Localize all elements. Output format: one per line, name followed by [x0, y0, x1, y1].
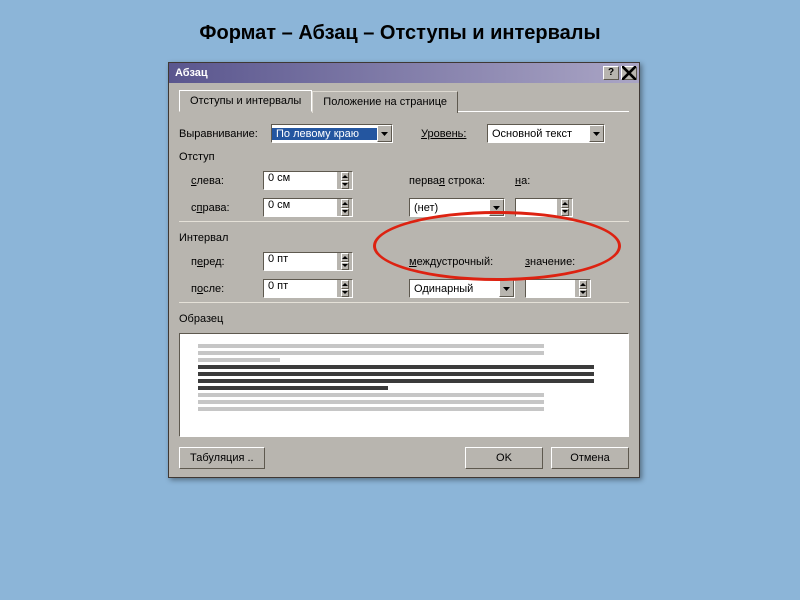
align-value: По левому краю — [272, 128, 377, 140]
by-value — [516, 199, 557, 216]
at-label: значение: — [525, 256, 593, 268]
firstline-label: первая строка: — [409, 175, 507, 187]
before-label: перед: — [179, 256, 255, 268]
indent-left-value: 0 см — [264, 172, 337, 189]
firstline-combo[interactable]: (нет) — [409, 198, 505, 217]
spin-up-icon[interactable] — [341, 199, 349, 208]
spin-down-icon[interactable] — [341, 208, 349, 217]
paragraph-dialog: Абзац ? Отступы и интервалы Положение на… — [168, 62, 640, 478]
preview-pane — [179, 333, 629, 437]
firstline-value: (нет) — [410, 202, 489, 214]
at-value — [526, 280, 575, 297]
window-title: Абзац — [175, 67, 601, 79]
tab-pageposition[interactable]: Положение на странице — [312, 91, 458, 113]
by-input[interactable] — [515, 198, 573, 217]
indent-right-label: справа: — [179, 202, 255, 214]
before-input[interactable]: 0 пт — [263, 252, 353, 271]
spacing-title: Интервал — [179, 232, 629, 244]
align-label: Выравнивание: — [179, 128, 271, 140]
after-label: после: — [179, 283, 255, 295]
level-label: Уровень: — [421, 128, 487, 140]
linespacing-label: междустрочный: — [409, 256, 517, 268]
spin-up-icon[interactable] — [341, 280, 349, 289]
level-combo[interactable]: Основной текст — [487, 124, 605, 143]
divider — [179, 221, 629, 222]
chevron-down-icon[interactable] — [499, 280, 514, 297]
chevron-down-icon[interactable] — [589, 125, 604, 142]
spin-down-icon[interactable] — [341, 262, 349, 271]
at-input[interactable] — [525, 279, 591, 298]
tabstrip: Отступы и интервалы Положение на страниц… — [179, 89, 629, 112]
linespacing-combo[interactable]: Одинарный — [409, 279, 515, 298]
indent-right-input[interactable]: 0 см — [263, 198, 353, 217]
before-value: 0 пт — [264, 253, 337, 270]
close-button[interactable] — [621, 66, 637, 80]
indent-right-value: 0 см — [264, 199, 337, 216]
spin-up-icon[interactable] — [341, 253, 349, 262]
tab-indents[interactable]: Отступы и интервалы — [179, 90, 312, 112]
indent-title: Отступ — [179, 151, 629, 163]
after-value: 0 пт — [264, 280, 337, 297]
level-value: Основной текст — [488, 128, 589, 140]
help-button[interactable]: ? — [603, 66, 619, 80]
titlebar: Абзац ? — [169, 63, 639, 83]
indent-left-input[interactable]: 0 см — [263, 171, 353, 190]
after-input[interactable]: 0 пт — [263, 279, 353, 298]
page-heading: Формат – Абзац – Отступы и интервалы — [0, 0, 800, 57]
indent-left-label: сслева:лева: — [179, 175, 255, 187]
spin-up-icon[interactable] — [341, 172, 349, 181]
spin-down-icon[interactable] — [561, 208, 569, 217]
sample-title: Образец — [179, 313, 629, 325]
spin-up-icon[interactable] — [579, 280, 587, 289]
divider — [179, 302, 629, 303]
align-combo[interactable]: По левому краю — [271, 124, 393, 143]
spin-up-icon[interactable] — [561, 199, 569, 208]
spin-down-icon[interactable] — [579, 289, 587, 298]
cancel-button[interactable]: Отмена — [551, 447, 629, 469]
linespacing-value: Одинарный — [410, 283, 499, 295]
spin-down-icon[interactable] — [341, 181, 349, 190]
ok-button[interactable]: OK — [465, 447, 543, 469]
spin-down-icon[interactable] — [341, 289, 349, 298]
tabs-button[interactable]: Табуляция .. — [179, 447, 265, 469]
close-icon — [622, 66, 636, 80]
chevron-down-icon[interactable] — [377, 125, 392, 142]
chevron-down-icon[interactable] — [489, 199, 504, 216]
by-label: на: — [515, 175, 573, 187]
